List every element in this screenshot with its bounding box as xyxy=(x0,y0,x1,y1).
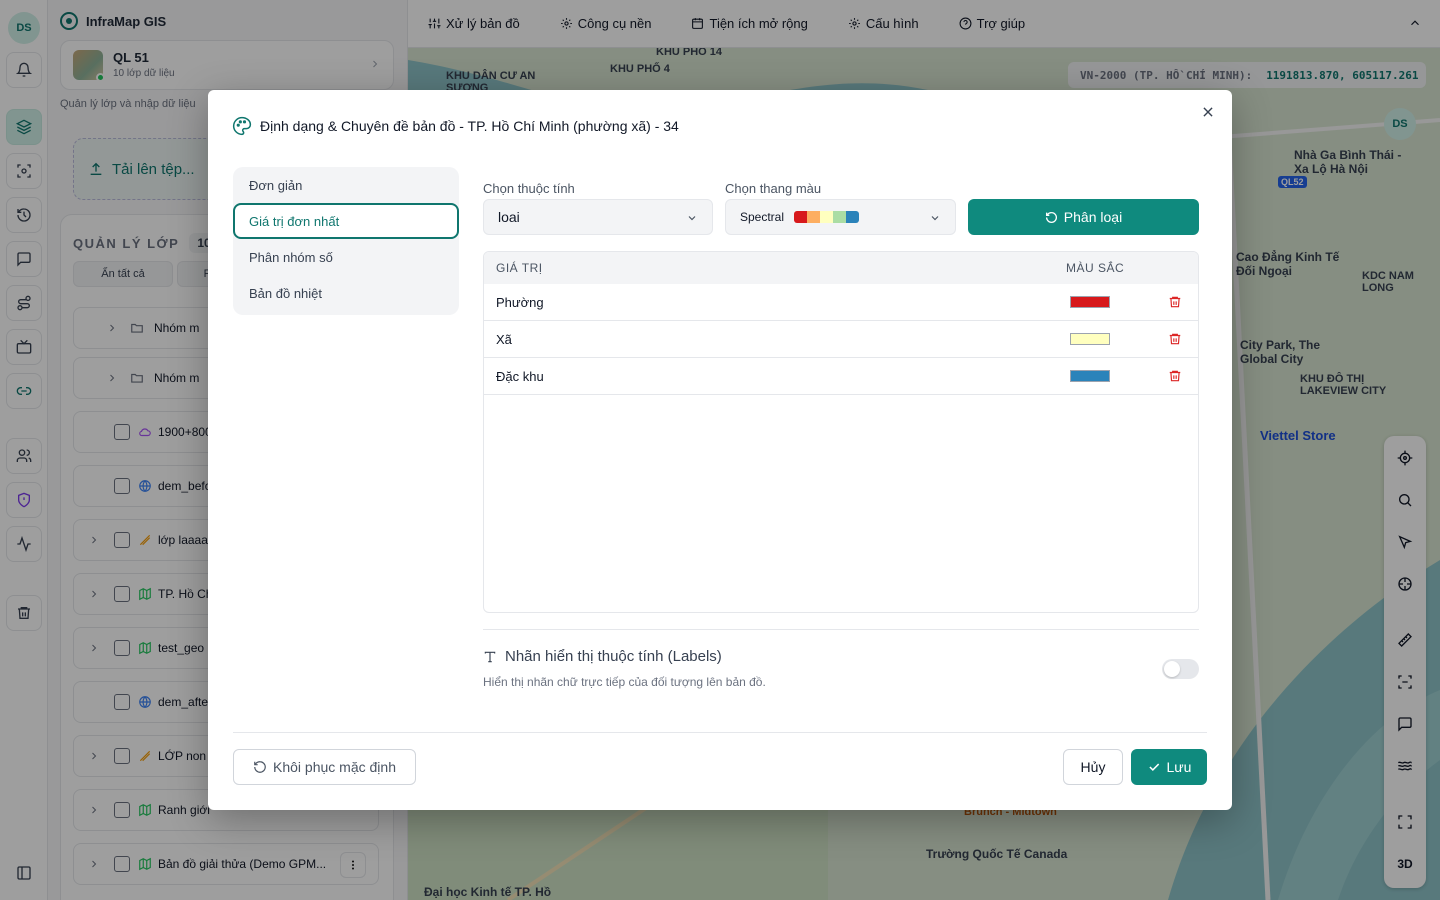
value-cell: Xã xyxy=(496,332,512,347)
value-cell: Đặc khu xyxy=(496,369,544,384)
table-row: Xã xyxy=(484,321,1198,358)
chevron-down-icon xyxy=(929,212,941,224)
table-header: GIÁ TRỊ MÀU SẮC xyxy=(484,252,1198,284)
ramp-swatch xyxy=(846,211,860,223)
close-button[interactable] xyxy=(1198,102,1218,122)
cancel-button[interactable]: Hủy xyxy=(1063,749,1123,785)
check-icon xyxy=(1148,763,1159,771)
refresh-icon xyxy=(1045,211,1057,223)
table-row: Phường xyxy=(484,284,1198,321)
labels-section-title: Nhãn hiển thị thuộc tính (Labels) xyxy=(483,648,722,665)
trash-icon[interactable] xyxy=(1168,331,1182,347)
ramp-swatch xyxy=(820,211,834,223)
footer-divider xyxy=(233,732,1207,733)
ramp-swatch xyxy=(833,211,847,223)
reset-default-button[interactable]: Khôi phục mặc định xyxy=(233,749,416,785)
tab-simple[interactable]: Đơn giản xyxy=(233,167,459,203)
dialog-header: Định dạng & Chuyên đề bản đồ - TP. Hồ Ch… xyxy=(232,116,679,136)
value-cell: Phường xyxy=(496,295,544,310)
attribute-select[interactable]: loai xyxy=(483,199,713,235)
dialog-title: Định dạng & Chuyên đề bản đồ - TP. Hồ Ch… xyxy=(260,118,679,134)
chevron-down-icon xyxy=(686,212,698,224)
trash-icon[interactable] xyxy=(1168,368,1182,384)
style-mode-tabs: Đơn giản Giá trị đơn nhất Phân nhóm số B… xyxy=(233,167,459,315)
classify-button[interactable]: Phân loại xyxy=(968,199,1199,235)
color-ramp-select[interactable]: Spectral xyxy=(725,199,956,235)
color-swatch[interactable] xyxy=(1070,333,1110,345)
column-value-header: GIÁ TRỊ xyxy=(496,261,543,275)
unique-values-table: GIÁ TRỊ MÀU SẮC Phường Xã Đặc khu xyxy=(483,251,1199,613)
color-ramp-value: Spectral xyxy=(740,210,785,224)
palette-icon xyxy=(233,116,252,136)
save-button[interactable]: Lưu xyxy=(1131,749,1207,785)
labels-description: Hiển thị nhãn chữ trực tiếp của đối tượn… xyxy=(483,675,766,689)
style-dialog: Định dạng & Chuyên đề bản đồ - TP. Hồ Ch… xyxy=(208,90,1232,810)
table-row: Đặc khu xyxy=(484,358,1198,395)
color-ramp-label: Chọn thang màu xyxy=(725,181,822,196)
trash-icon[interactable] xyxy=(1168,294,1182,310)
attribute-value: loai xyxy=(498,209,520,225)
ramp-swatch xyxy=(807,211,821,223)
column-color-header: MÀU SẮC xyxy=(1066,261,1125,275)
color-ramp-preview xyxy=(794,211,860,223)
text-icon xyxy=(484,651,496,662)
close-icon xyxy=(1203,107,1213,117)
tab-graduated[interactable]: Phân nhóm số xyxy=(233,239,459,275)
reset-icon xyxy=(254,761,266,773)
attribute-label: Chọn thuộc tính xyxy=(483,181,575,196)
section-divider xyxy=(483,629,1199,630)
tab-unique-values[interactable]: Giá trị đơn nhất xyxy=(233,203,459,239)
labels-toggle[interactable] xyxy=(1162,659,1199,679)
tab-heatmap[interactable]: Bản đồ nhiệt xyxy=(233,275,459,311)
color-swatch[interactable] xyxy=(1070,296,1110,308)
color-swatch[interactable] xyxy=(1070,370,1110,382)
ramp-swatch xyxy=(794,211,808,223)
